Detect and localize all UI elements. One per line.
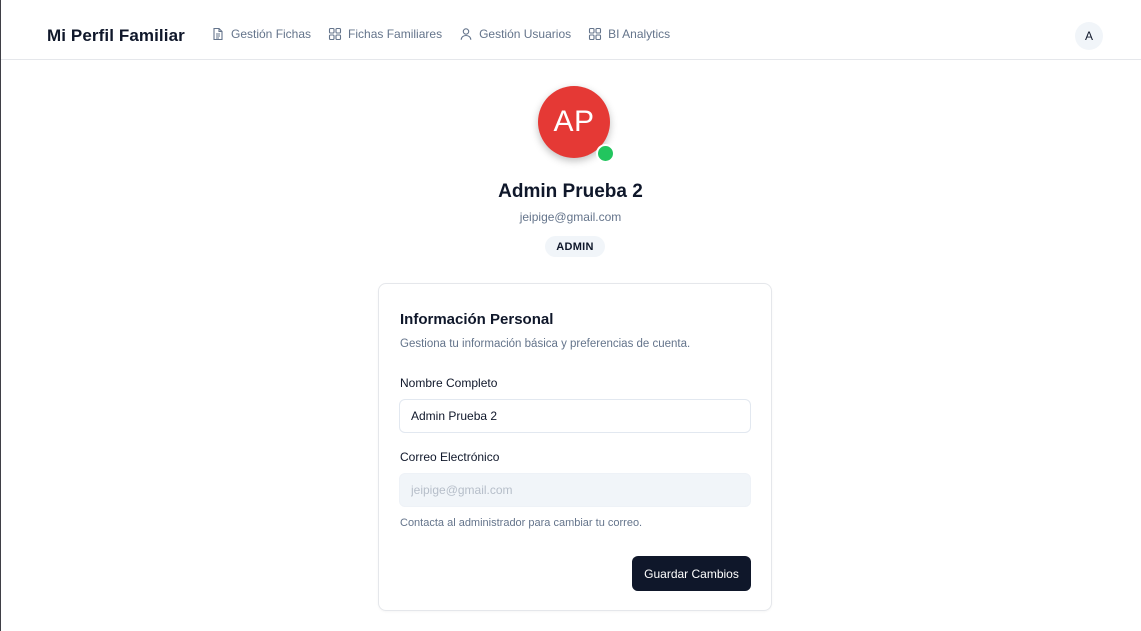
card-title: Información Personal	[400, 311, 554, 328]
profile-name: Admin Prueba 2	[498, 181, 643, 202]
save-changes-button[interactable]: Guardar Cambios	[632, 556, 751, 591]
nav-item-bi-analytics[interactable]: BI Analytics	[588, 27, 670, 41]
nav-item-fichas-familiares[interactable]: Fichas Familiares	[328, 27, 442, 41]
brand-title[interactable]: Mi Perfil Familiar	[47, 26, 185, 46]
email-help-text: Contacta al administrador para cambiar t…	[400, 517, 643, 529]
grid-icon	[588, 27, 602, 41]
main-nav: Gestión Fichas Fichas Familiares Gestión…	[211, 27, 687, 41]
personal-info-card: Información Personal Gestiona tu informa…	[378, 283, 772, 611]
grid-icon	[328, 27, 342, 41]
nav-item-label: Gestión Fichas	[231, 27, 312, 41]
window-frame-edge	[0, 0, 1, 631]
top-navbar: Mi Perfil Familiar Gestión Fichas Fichas…	[1, 8, 1141, 60]
nav-item-label: BI Analytics	[608, 27, 671, 41]
online-status-indicator	[596, 144, 615, 163]
file-text-icon	[211, 27, 225, 41]
profile-email: jeipige@gmail.com	[519, 210, 622, 224]
nav-item-gestion-fichas[interactable]: Gestión Fichas	[211, 27, 311, 41]
full-name-label: Nombre Completo	[400, 376, 498, 390]
nav-item-gestion-usuarios[interactable]: Gestión Usuarios	[459, 27, 571, 41]
role-badge: ADMIN	[545, 236, 605, 257]
user-menu-avatar[interactable]: A	[1075, 22, 1103, 50]
email-field	[399, 473, 751, 507]
nav-item-label: Fichas Familiares	[348, 27, 443, 41]
nav-item-label: Gestión Usuarios	[479, 27, 572, 41]
user-icon	[459, 27, 473, 41]
card-description: Gestiona tu información básica y prefere…	[400, 338, 691, 350]
email-label: Correo Electrónico	[400, 450, 500, 464]
full-name-input[interactable]	[399, 399, 751, 433]
